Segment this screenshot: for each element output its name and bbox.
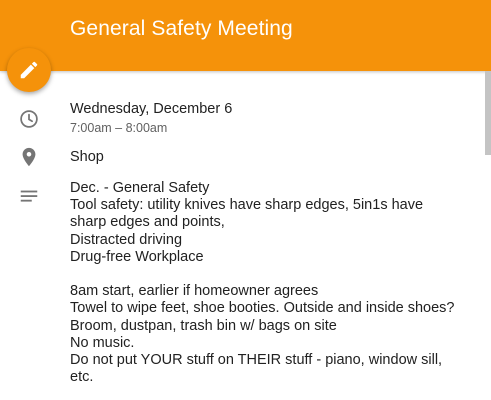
event-title: General Safety Meeting — [70, 17, 293, 40]
description-line: Broom, dustpan, trash bin w/ bags on sit… — [70, 317, 337, 334]
app-bar: General Safety Meeting — [0, 0, 491, 71]
event-description: Dec. - General Safety Tool safety: utilit… — [70, 180, 463, 386]
scrollbar-thumb[interactable] — [485, 71, 491, 155]
description-line: Tool safety: utility knives have sharp e… — [70, 197, 424, 231]
description-line: Distracted driving — [70, 231, 183, 248]
description-line: 8am start, earlier if homeowner agrees — [70, 283, 319, 300]
event-date: Wednesday, December 6 — [70, 101, 233, 117]
edit-event-button[interactable] — [7, 48, 51, 92]
description-line: No music. — [70, 334, 135, 351]
event-time: 7:00am – 8:00am — [70, 121, 168, 135]
clock-icon — [18, 108, 40, 130]
location-pin-icon — [18, 146, 40, 168]
event-location: Shop — [70, 149, 104, 165]
event-detail-screen: General Safety Meeting Wednesday, Decemb… — [0, 0, 491, 400]
description-line: Drug-free Workplace — [70, 248, 204, 265]
description-line: Dec. - General Safety — [70, 180, 210, 196]
description-line: Do not put YOUR stuff on THEIR stuff - p… — [70, 352, 443, 386]
pencil-icon — [20, 61, 38, 79]
description-blank-line — [70, 266, 463, 283]
notes-icon — [18, 186, 40, 208]
description-line: Towel to wipe feet, shoe booties. Outsid… — [70, 300, 455, 317]
